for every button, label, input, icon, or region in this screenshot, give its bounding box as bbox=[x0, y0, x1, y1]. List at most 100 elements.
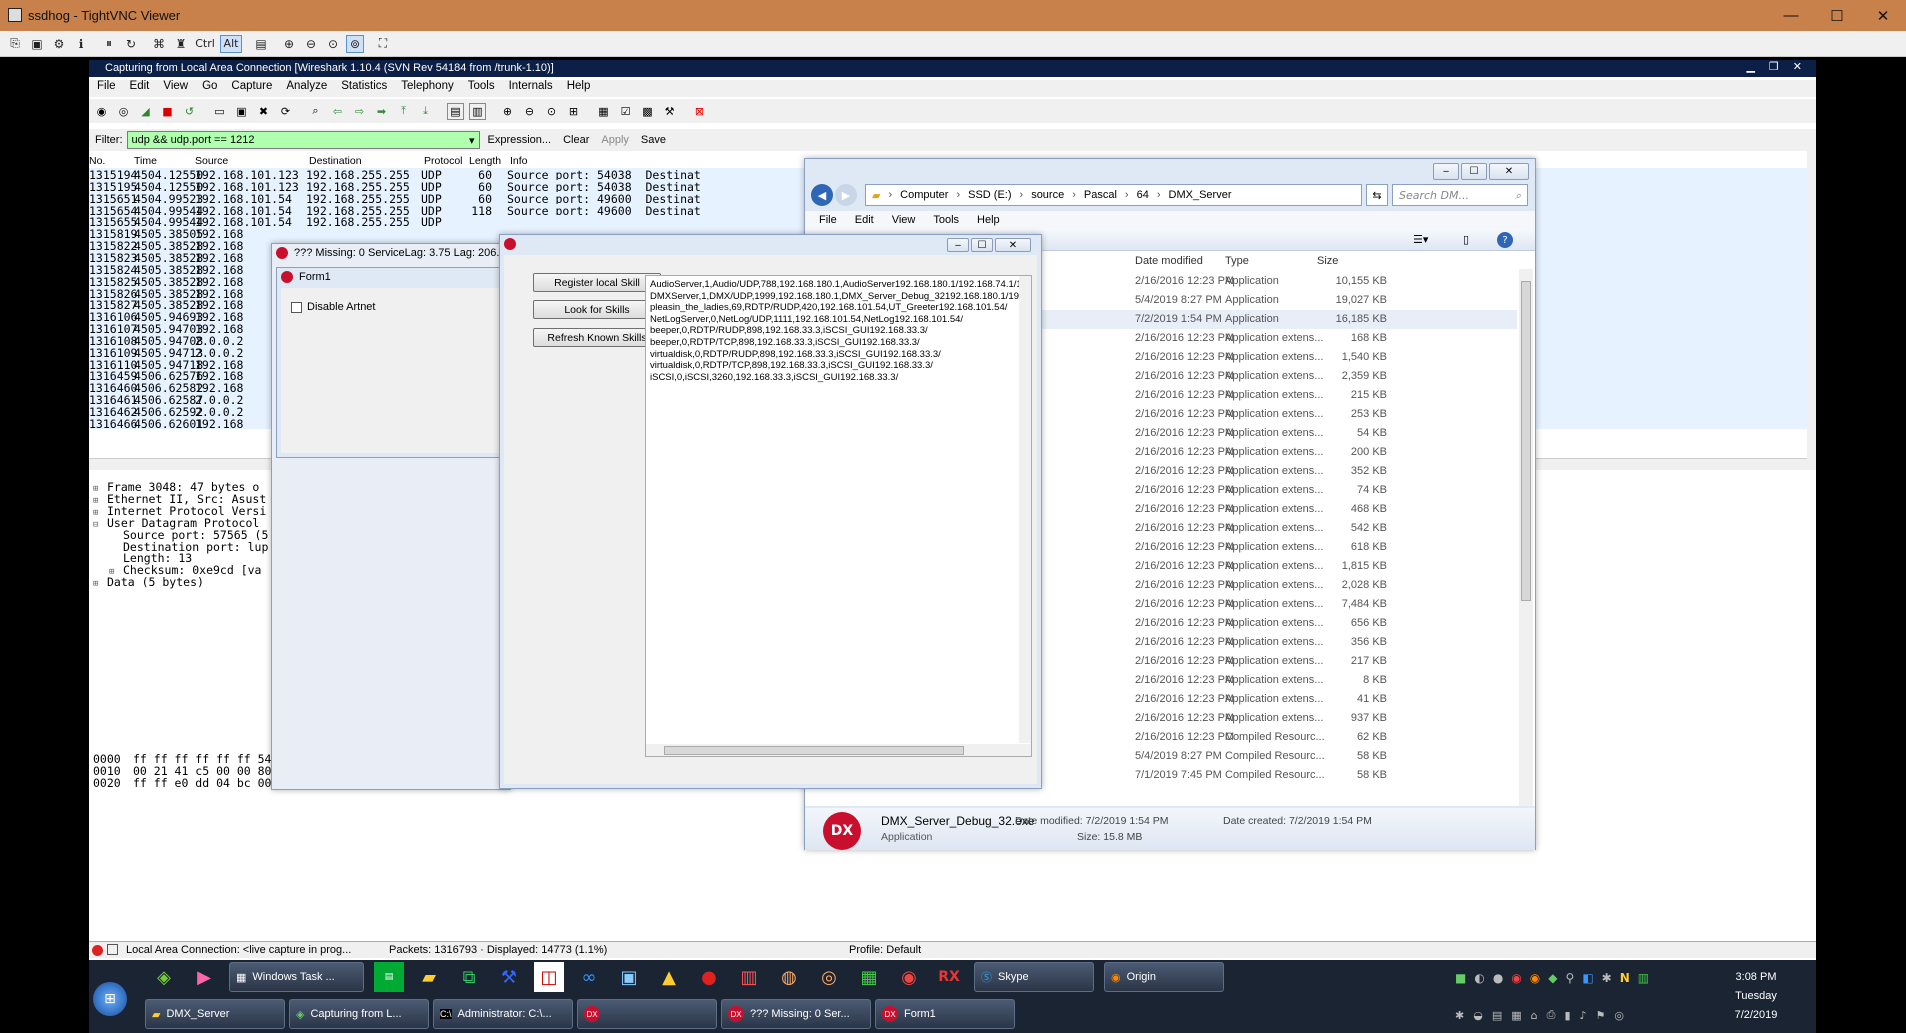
breadcrumb-item[interactable]: Pascal bbox=[1084, 189, 1117, 201]
beetle-icon[interactable]: ● bbox=[694, 962, 724, 992]
refresh-icon[interactable]: ⇆ bbox=[1366, 184, 1388, 206]
tray-icon[interactable]: ◉ bbox=[1530, 971, 1540, 985]
explorer-minimize-button[interactable]: ‒ bbox=[1433, 163, 1459, 180]
expand-icon[interactable]: ⊞ bbox=[93, 579, 103, 589]
tray-icon[interactable]: ▦ bbox=[1511, 1009, 1521, 1022]
autoscroll-icon[interactable]: ▥ bbox=[469, 102, 486, 120]
bluetooth-icon[interactable]: ✱ bbox=[1455, 1009, 1464, 1022]
start-capture-icon[interactable]: ◢ bbox=[137, 103, 154, 120]
menu-item-help[interactable]: Help bbox=[567, 80, 591, 97]
network-icon[interactable]: ⧉ bbox=[454, 962, 484, 992]
skills-maximize-button[interactable]: ☐ bbox=[971, 238, 993, 252]
menu-item-analyze[interactable]: Analyze bbox=[286, 80, 327, 97]
column-header-source[interactable]: Source bbox=[195, 155, 228, 167]
column-header-protocol[interactable]: Protocol bbox=[424, 155, 463, 167]
zoom-out-icon[interactable]: ⊖ bbox=[521, 103, 538, 120]
pause-icon[interactable]: ⏸ bbox=[100, 35, 118, 53]
taskbar-origin[interactable]: ◉ Origin bbox=[1104, 962, 1224, 992]
window-icon[interactable]: ▣ bbox=[614, 962, 644, 992]
memo-hscroll[interactable] bbox=[646, 744, 1031, 756]
menu-item-edit[interactable]: Edit bbox=[855, 214, 874, 226]
menu-item-view[interactable]: View bbox=[892, 214, 916, 226]
explorer-vscroll[interactable] bbox=[1519, 269, 1533, 806]
rx-icon[interactable]: RX bbox=[934, 962, 964, 992]
zoom-100-icon[interactable]: ⊙ bbox=[324, 35, 342, 53]
tray-n-icon[interactable]: N bbox=[1620, 971, 1630, 985]
save-file-icon[interactable]: ▣ bbox=[233, 103, 250, 120]
clock[interactable]: 3:08 PM Tuesday 7/2/2019 bbox=[1716, 968, 1796, 1025]
memo-hscroll-thumb[interactable] bbox=[664, 746, 964, 755]
stop-capture-icon[interactable]: ■ bbox=[159, 103, 176, 120]
register-local-skill-button[interactable]: Register local Skill bbox=[533, 273, 661, 292]
menu-item-tools[interactable]: Tools bbox=[933, 214, 959, 226]
dx-icon[interactable]: ◫ bbox=[534, 962, 564, 992]
taskbar-wireshark[interactable]: ◈ Capturing from L... bbox=[289, 999, 429, 1029]
options-icon[interactable]: ◎ bbox=[115, 103, 132, 120]
last-packet-icon[interactable]: ⤓ bbox=[417, 103, 434, 120]
minimize-button[interactable]: — bbox=[1768, 0, 1814, 31]
open-icon[interactable]: ▭ bbox=[211, 103, 228, 120]
expression-button[interactable]: Expression... bbox=[488, 134, 552, 146]
app-icon[interactable]: ◈ bbox=[149, 962, 179, 992]
menu-item-internals[interactable]: Internals bbox=[509, 80, 553, 97]
tray-icon[interactable]: ◐ bbox=[1474, 971, 1484, 985]
folder-icon[interactable]: ▰ bbox=[414, 962, 444, 992]
status-profile[interactable]: Profile: Default bbox=[849, 944, 921, 956]
menu-item-capture[interactable]: Capture bbox=[231, 80, 272, 97]
menu-item-file[interactable]: File bbox=[819, 214, 837, 226]
interfaces-icon[interactable]: ◉ bbox=[93, 103, 110, 120]
help-icon[interactable]: ⊠ bbox=[691, 103, 708, 120]
preview-pane-icon[interactable]: ▯ bbox=[1463, 233, 1469, 246]
skills-minimize-button[interactable]: ‒ bbox=[947, 238, 969, 252]
menu-item-view[interactable]: View bbox=[163, 80, 188, 97]
back-icon[interactable]: ⇦ bbox=[329, 103, 346, 120]
column-header-length[interactable]: Length bbox=[469, 155, 501, 167]
tray-icon[interactable]: ⎙ bbox=[1547, 1008, 1556, 1022]
tray-icon[interactable]: ▥ bbox=[1638, 971, 1649, 985]
tray-icon[interactable]: ⚲ bbox=[1566, 971, 1575, 985]
taskbar-missing[interactable]: DX ??? Missing: 0 Ser... bbox=[721, 999, 871, 1029]
packet-list-vscroll[interactable] bbox=[1807, 130, 1816, 460]
column-header-date[interactable]: Date modified bbox=[1135, 255, 1203, 267]
tray-icon[interactable]: ■ bbox=[1455, 971, 1466, 985]
breadcrumb-item[interactable]: SSD (E:) bbox=[968, 189, 1011, 201]
column-header-destination[interactable]: Destination bbox=[309, 155, 362, 167]
column-header-no[interactable]: No. bbox=[89, 155, 105, 167]
tray-icon[interactable]: ◒ bbox=[1473, 1009, 1483, 1022]
column-header-size[interactable]: Size bbox=[1317, 255, 1338, 267]
close-button[interactable]: ✕ bbox=[1860, 0, 1906, 31]
flag-icon[interactable]: ⚑ bbox=[1596, 1009, 1606, 1022]
ws-minimize-button[interactable]: ▁ bbox=[1746, 60, 1754, 77]
taskbar-form1[interactable]: DX Form1 bbox=[875, 999, 1015, 1029]
meter-icon[interactable]: ▤ bbox=[374, 962, 404, 992]
address-bar[interactable]: ▰ › Computer › SSD (E:) › source › Pascal › 64 › DMX… bbox=[865, 184, 1362, 206]
zoom-in-icon[interactable]: ⊕ bbox=[499, 103, 516, 120]
coloring-rules-icon[interactable]: ▩ bbox=[639, 103, 656, 120]
column-header-info[interactable]: Info bbox=[510, 155, 528, 167]
arduino-icon[interactable]: ◎ bbox=[814, 962, 844, 992]
taskbar-task-manager[interactable]: ▦ Windows Task ... bbox=[229, 962, 364, 992]
menu-item-statistics[interactable]: Statistics bbox=[341, 80, 387, 97]
explorer-close-button[interactable]: ✕ bbox=[1489, 163, 1529, 180]
menu-item-telephony[interactable]: Telephony bbox=[401, 80, 453, 97]
chevron-down-icon[interactable]: ▾ bbox=[469, 134, 475, 147]
first-packet-icon[interactable]: ⤒ bbox=[395, 103, 412, 120]
close-file-icon[interactable]: ✖ bbox=[255, 103, 272, 120]
menu-item-file[interactable]: File bbox=[97, 80, 116, 97]
menu-item-help[interactable]: Help bbox=[977, 214, 1000, 226]
ws-close-button[interactable]: ✕ bbox=[1793, 60, 1802, 77]
maximize-button[interactable]: ☐ bbox=[1814, 0, 1860, 31]
ctrl-alt-del-icon[interactable]: ♜ bbox=[172, 35, 190, 53]
zoom-in-icon[interactable]: ⊕ bbox=[280, 35, 298, 53]
expand-icon[interactable]: ⊟ bbox=[93, 520, 103, 530]
save-icon[interactable]: ▣ bbox=[28, 35, 46, 53]
restart-capture-icon[interactable]: ↺ bbox=[181, 103, 198, 120]
apps-icon[interactable]: ▦ bbox=[854, 962, 884, 992]
taskbar-dx[interactable]: DX bbox=[577, 999, 717, 1029]
media-player-icon[interactable]: ▶ bbox=[189, 962, 219, 992]
tray-icon[interactable]: ⌂ bbox=[1531, 1009, 1538, 1022]
start-button[interactable]: ⊞ bbox=[93, 982, 127, 1016]
search-input[interactable]: Search DM... ⌕ bbox=[1392, 184, 1528, 206]
zoom-fit-icon[interactable]: ⊚ bbox=[346, 34, 364, 53]
capture-filters-icon[interactable]: ▦ bbox=[595, 103, 612, 120]
